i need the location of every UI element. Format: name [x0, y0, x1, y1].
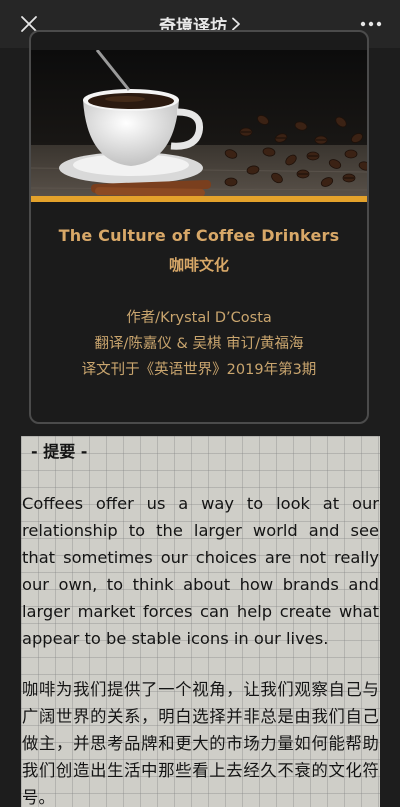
summary-section: - 提要 - Coffees offer us a way to look at… [21, 436, 380, 807]
coffee-cup-image [31, 50, 367, 200]
chevron-right-icon [232, 17, 240, 31]
article-title-cn: 咖啡文化 [168, 256, 229, 274]
accent-divider [31, 196, 367, 202]
translator-line: 翻译/陈嘉仪 & 吴棋 审订/黄福海 [94, 336, 304, 352]
article-title-en: The Culture of Coffee Drinkers [58, 226, 340, 245]
summary-heading: - 提要 - [31, 442, 88, 461]
summary-paragraph-cn: 咖啡为我们提供了一个视角，让我们观察自己与广阔世界的关系，明白选择并非总是由我们… [22, 680, 379, 807]
more-horizontal-icon [360, 21, 382, 27]
author-line: 作者/Krystal D’Costa [126, 310, 272, 326]
article-cover-card[interactable]: The Culture of Coffee Drinkers 咖啡文化 作者/K… [29, 30, 369, 424]
summary-paragraph-en: Coffees offer us a way to look at our re… [22, 494, 379, 648]
publication-line: 译文刊于《英语世界》2019年第3期 [81, 362, 317, 378]
